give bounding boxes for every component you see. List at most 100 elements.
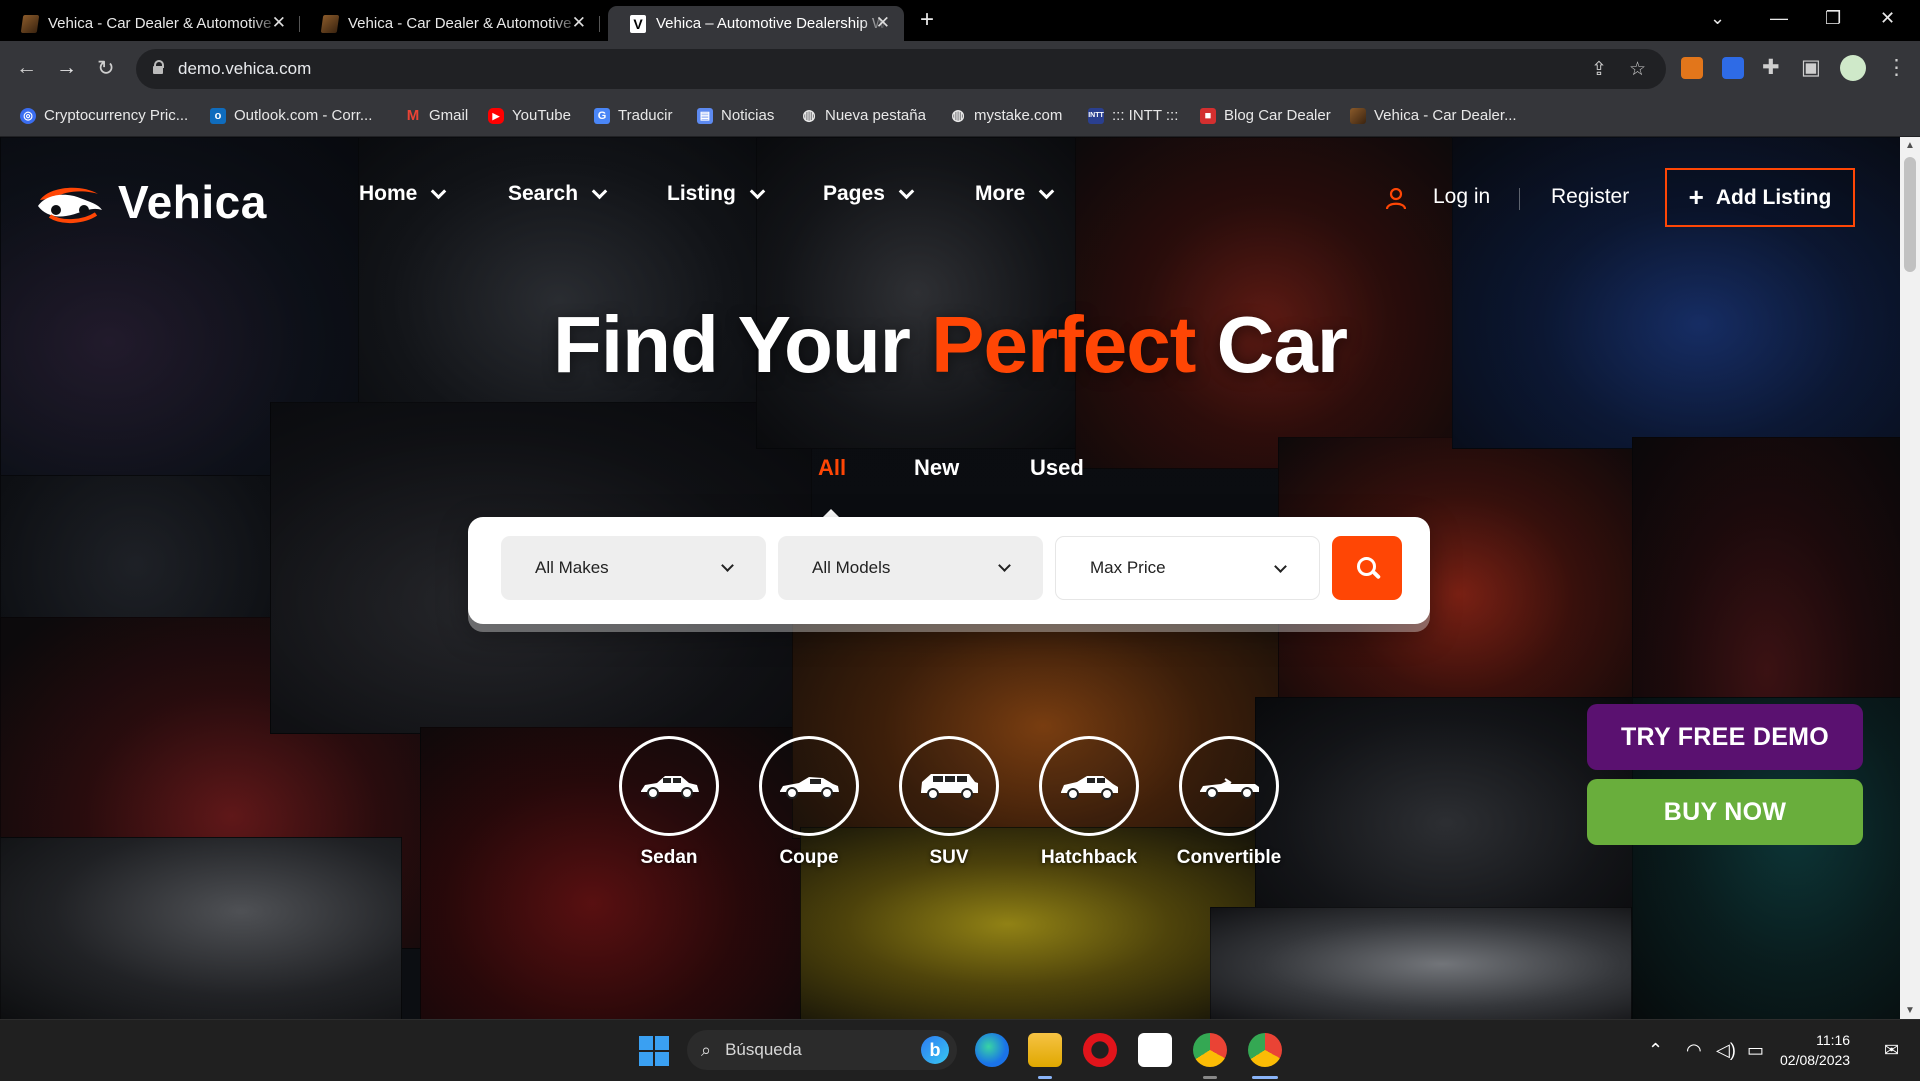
chrome-icon[interactable]: [1193, 1033, 1227, 1067]
clock-time: 11:16: [1816, 1032, 1851, 1048]
try-free-demo-button[interactable]: TRY FREE DEMO: [1587, 704, 1863, 770]
taskbar-search-box[interactable]: ⌕ Búsqueda b: [687, 1030, 957, 1070]
page-scrollbar[interactable]: ▲ ▼: [1900, 137, 1920, 1019]
bookmark-item[interactable]: ◍ Nueva pestaña: [801, 107, 925, 124]
taskbar-clock[interactable]: 11:16 02/08/2023: [1780, 1030, 1850, 1070]
body-type-label: Hatchback: [1040, 847, 1138, 868]
close-icon[interactable]: ✕: [572, 13, 586, 33]
metamask-extension-icon[interactable]: [1681, 57, 1703, 79]
vehica-logo-icon: [38, 187, 102, 223]
hero-title-pre: Find Your: [553, 300, 932, 389]
bookmark-item[interactable]: G Traducir: [594, 107, 672, 124]
chevron-down-icon: [431, 183, 447, 199]
close-icon[interactable]: ✕: [272, 13, 286, 33]
blog-icon: ■: [1200, 107, 1216, 124]
add-listing-button[interactable]: + Add Listing: [1665, 168, 1855, 227]
tab-search-icon[interactable]: ⌄: [1710, 8, 1725, 29]
tray-chevron-up-icon[interactable]: ⌃: [1648, 1040, 1663, 1061]
office-icon[interactable]: [1138, 1033, 1172, 1067]
chrome-icon[interactable]: [1248, 1033, 1282, 1067]
bookmark-item[interactable]: ▤ Noticias: [697, 107, 774, 124]
chevron-down-icon: [721, 559, 734, 572]
nav-item-more[interactable]: More: [975, 182, 1055, 206]
scrollbar-thumb[interactable]: [1904, 157, 1916, 272]
nav-item-search[interactable]: Search: [508, 182, 608, 206]
login-link[interactable]: Log in: [1433, 185, 1490, 209]
window-close-icon[interactable]: ✕: [1880, 8, 1895, 29]
forward-icon[interactable]: →: [56, 56, 77, 80]
volume-icon[interactable]: ◁): [1716, 1040, 1736, 1061]
opera-icon[interactable]: [1083, 1033, 1117, 1067]
side-panel-icon[interactable]: ▣: [1801, 55, 1821, 80]
new-tab-button[interactable]: +: [920, 6, 934, 34]
share-icon[interactable]: ⇪: [1591, 58, 1607, 81]
site-logo[interactable]: Vehica: [36, 175, 267, 229]
file-explorer-icon[interactable]: [1028, 1033, 1062, 1067]
bookmark-item[interactable]: M Gmail: [405, 107, 468, 124]
browser-tab-active[interactable]: V Vehica – Automotive Dealership WordPre…: [608, 6, 904, 41]
edge-icon[interactable]: [975, 1033, 1009, 1067]
bookmark-item[interactable]: ■ Blog Car Dealer: [1200, 107, 1331, 124]
plus-icon: +: [1688, 182, 1704, 212]
tab-new[interactable]: New: [914, 455, 959, 481]
address-bar[interactable]: demo.vehica.com ⇪ ☆: [136, 49, 1666, 89]
convertible-icon: [1179, 736, 1279, 836]
minimize-icon[interactable]: —: [1770, 8, 1788, 29]
nav-item-home[interactable]: Home: [359, 182, 447, 206]
url-text[interactable]: demo.vehica.com: [178, 59, 311, 79]
extensions-puzzle-icon[interactable]: ✚: [1762, 55, 1780, 80]
reload-icon[interactable]: ↻: [97, 56, 115, 81]
scroll-down-icon[interactable]: ▼: [1905, 1005, 1915, 1016]
model-select[interactable]: All Models: [778, 536, 1043, 600]
tab-used[interactable]: Used: [1030, 455, 1084, 481]
wifi-icon[interactable]: ◠: [1686, 1040, 1702, 1061]
user-icon[interactable]: [1386, 188, 1406, 210]
bitwarden-extension-icon[interactable]: [1722, 57, 1744, 79]
browser-tab[interactable]: Vehica - Car Dealer & Automotive ✕: [0, 6, 300, 41]
body-type-sedan[interactable]: Sedan: [599, 736, 739, 869]
make-select[interactable]: All Makes: [501, 536, 766, 600]
search-button[interactable]: [1332, 536, 1402, 600]
book-icon: [1350, 107, 1366, 124]
bing-icon[interactable]: b: [921, 1036, 949, 1064]
globe-icon: ◍: [951, 106, 965, 124]
close-icon[interactable]: ✕: [876, 13, 890, 33]
bookmark-item[interactable]: ▶ YouTube: [488, 107, 571, 124]
translate-icon: G: [594, 107, 610, 124]
bookmark-item[interactable]: INTT::: INTT :::: [1088, 107, 1178, 124]
windows-start-icon[interactable]: [639, 1036, 669, 1066]
bookmark-item[interactable]: Vehica - Car Dealer...: [1350, 107, 1517, 124]
bookmark-item[interactable]: ◎ Cryptocurrency Pric...: [20, 107, 188, 124]
body-type-suv[interactable]: SUV: [879, 736, 1019, 869]
lock-icon[interactable]: [153, 60, 164, 74]
buy-now-button[interactable]: BUY NOW: [1587, 779, 1863, 845]
bookmark-label: mystake.com: [974, 107, 1063, 124]
kebab-menu-icon[interactable]: ⋮: [1886, 55, 1907, 80]
nav-item-listing[interactable]: Listing: [667, 182, 766, 206]
tab-all[interactable]: All: [818, 455, 846, 481]
register-link[interactable]: Register: [1551, 185, 1629, 209]
bookmark-star-icon[interactable]: ☆: [1629, 58, 1646, 81]
scroll-up-icon[interactable]: ▲: [1905, 140, 1915, 151]
nav-item-pages[interactable]: Pages: [823, 182, 915, 206]
news-icon: ▤: [697, 107, 713, 124]
body-type-coupe[interactable]: Coupe: [739, 736, 879, 869]
bookmark-item[interactable]: ◍ mystake.com: [950, 107, 1062, 124]
taskbar-search-placeholder: Búsqueda: [725, 1040, 802, 1059]
sedan-icon: [619, 736, 719, 836]
logo-wordmark: Vehica: [118, 176, 267, 228]
max-price-select[interactable]: Max Price: [1055, 536, 1320, 600]
nav-label: Listing: [667, 182, 736, 205]
profile-avatar[interactable]: [1840, 55, 1866, 81]
browser-tab[interactable]: Vehica - Car Dealer & Automotive ✕: [300, 6, 600, 41]
bookmark-label: Vehica - Car Dealer...: [1374, 107, 1517, 124]
bookmark-item[interactable]: o Outlook.com - Corr...: [210, 107, 372, 124]
notification-icon[interactable]: ✉: [1884, 1040, 1899, 1061]
tab-title: Vehica - Car Dealer & Automotive: [48, 15, 272, 32]
restore-icon[interactable]: ❐: [1825, 8, 1841, 29]
back-icon[interactable]: ←: [16, 56, 37, 80]
battery-icon[interactable]: ▭: [1747, 1040, 1764, 1061]
body-type-hatchback[interactable]: Hatchback: [1019, 736, 1159, 869]
body-type-convertible[interactable]: Convertible: [1159, 736, 1299, 869]
tab-title: Vehica – Automotive Dealership WordPress: [656, 15, 888, 32]
